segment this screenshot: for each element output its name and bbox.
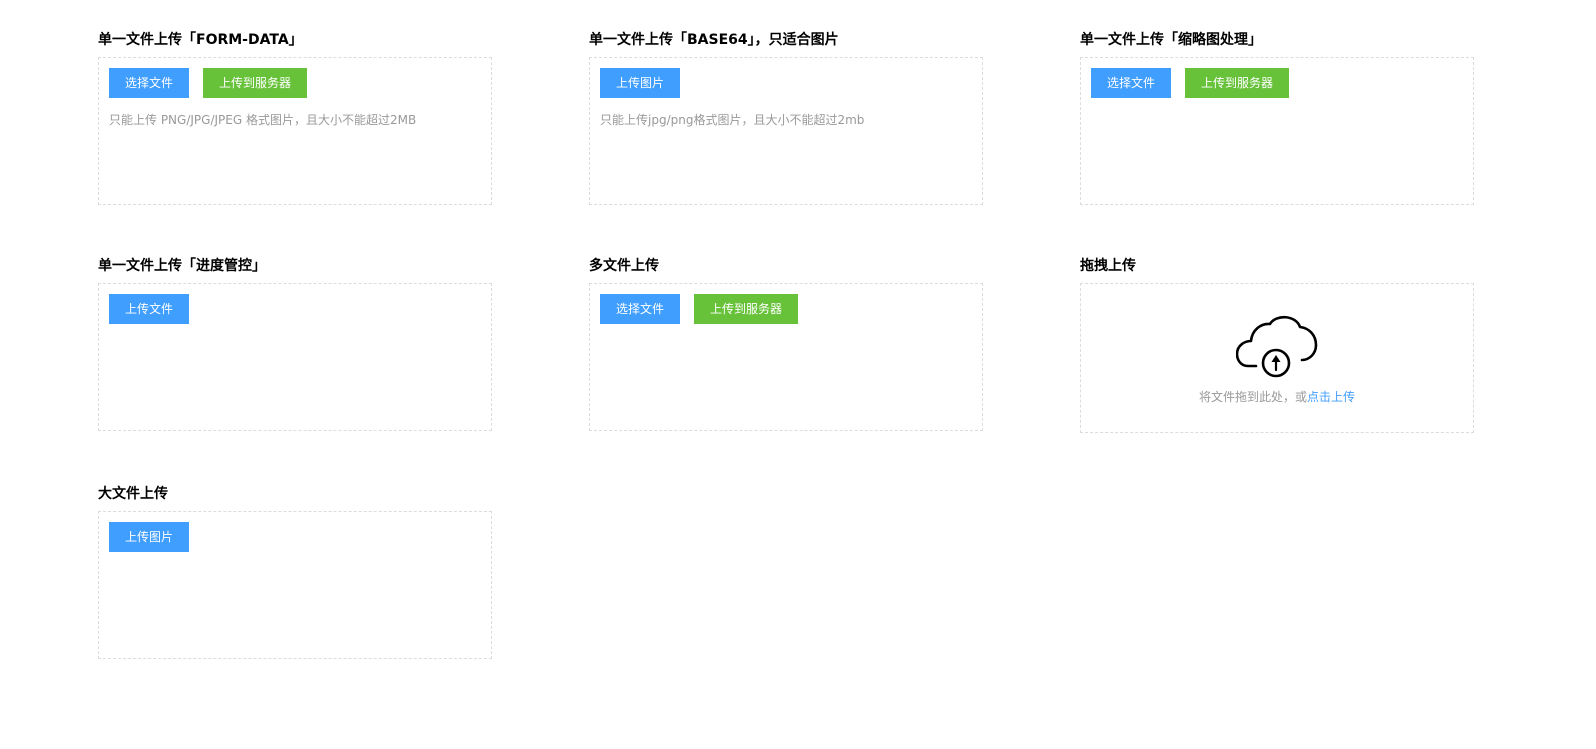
upload-to-server-button[interactable]: 上传到服务器 [1185,68,1290,98]
upload-image-button[interactable]: 上传图片 [600,68,681,98]
section-base64: 单一文件上传「BASE64」，只适合图片 上传图片 只能上传jpg/png格式图… [589,30,983,210]
button-row: 选择文件 上传到服务器 [600,294,799,324]
button-row: 选择文件 上传到服务器 [109,68,308,98]
drag-drop-area[interactable]: 将文件拖到此处，或点击上传 [1080,283,1474,433]
section-title: 单一文件上传「缩略图处理」 [1080,32,1262,48]
section-title: 大文件上传 [98,486,168,502]
section-thumbnail: 单一文件上传「缩略图处理」 选择文件 上传到服务器 [1080,30,1474,210]
upload-to-server-button[interactable]: 上传到服务器 [203,68,308,98]
upload-box: 选择文件 上传到服务器 只能上传 PNG/JPG/JPEG 格式图片，且大小不能… [98,57,492,205]
section-form-data: 单一文件上传「FORM-DATA」 选择文件 上传到服务器 只能上传 PNG/J… [98,30,492,210]
select-file-button[interactable]: 选择文件 [600,294,681,324]
button-row: 选择文件 上传到服务器 [1091,68,1290,98]
select-file-button[interactable]: 选择文件 [1091,68,1172,98]
upload-tip: 只能上传 PNG/JPG/JPEG 格式图片，且大小不能超过2MB [109,113,417,127]
upload-to-server-button[interactable]: 上传到服务器 [694,294,799,324]
upload-box: 上传图片 [98,511,492,659]
section-title: 单一文件上传「BASE64」，只适合图片 [589,32,839,48]
upload-box: 选择文件 上传到服务器 [589,283,983,431]
select-file-button[interactable]: 选择文件 [109,68,190,98]
upload-box: 上传图片 只能上传jpg/png格式图片，且大小不能超过2mb [589,57,983,205]
upload-box: 上传文件 [98,283,492,431]
section-multi-file: 多文件上传 选择文件 上传到服务器 [589,256,983,436]
button-row: 上传图片 [109,522,190,552]
click-upload-link[interactable]: 点击上传 [1307,390,1355,404]
section-drag-upload: 拖拽上传 将文件拖到此处，或点击上传 [1080,256,1474,438]
section-title: 拖拽上传 [1080,258,1136,274]
section-title: 单一文件上传「进度管控」 [98,258,266,274]
drag-hint: 将文件拖到此处，或点击上传 [1081,388,1473,406]
upload-box: 选择文件 上传到服务器 [1080,57,1474,205]
upload-file-button[interactable]: 上传文件 [109,294,190,324]
upload-image-button[interactable]: 上传图片 [109,522,190,552]
section-big-file: 大文件上传 上传图片 [98,484,492,664]
section-title: 单一文件上传「FORM-DATA」 [98,32,303,48]
drag-hint-text: 将文件拖到此处，或 [1198,390,1307,404]
upload-tip: 只能上传jpg/png格式图片，且大小不能超过2mb [600,113,865,127]
button-row: 上传图片 [600,68,681,98]
button-row: 上传文件 [109,294,190,324]
cloud-upload-icon [1236,315,1318,378]
section-title: 多文件上传 [589,258,659,274]
section-progress: 单一文件上传「进度管控」 上传文件 [98,256,492,436]
